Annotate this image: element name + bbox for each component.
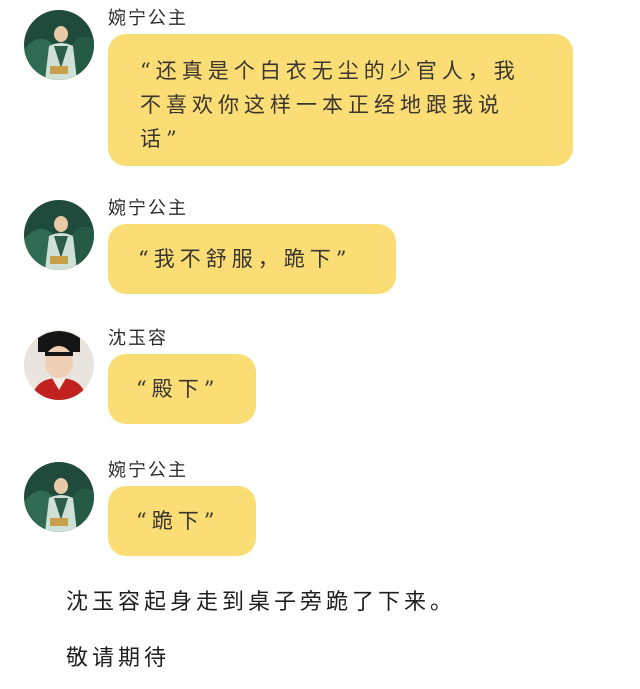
sender-name: 婉宁公主	[108, 8, 188, 29]
chat-transcript: 婉宁公主 “还真是个白衣无尘的少官人，我不喜欢你这样一本正经地跟我说话” 婉宁公…	[0, 0, 640, 689]
princess-avatar[interactable]	[24, 462, 94, 532]
official-avatar[interactable]	[24, 330, 94, 400]
coming-soon-text: 敬请期待	[66, 646, 171, 671]
princess-avatar[interactable]	[24, 200, 94, 270]
chat-message: 婉宁公主 “跪下”	[0, 452, 640, 567]
narration-text: 沈玉容起身走到桌子旁跪了下来。	[66, 590, 457, 615]
message-bubble: “跪下”	[108, 486, 256, 556]
sender-name: 沈玉容	[108, 328, 168, 349]
chat-message: 婉宁公主 “我不舒服，跪下”	[0, 190, 640, 305]
princess-avatar[interactable]	[24, 10, 94, 80]
message-bubble: “我不舒服，跪下”	[108, 224, 396, 294]
message-bubble: “还真是个白衣无尘的少官人，我不喜欢你这样一本正经地跟我说话”	[108, 34, 573, 166]
sender-name: 婉宁公主	[108, 460, 188, 481]
message-bubble: “殿下”	[108, 354, 256, 424]
chat-message: 沈玉容 “殿下”	[0, 320, 640, 435]
sender-name: 婉宁公主	[108, 198, 188, 219]
chat-message: 婉宁公主 “还真是个白衣无尘的少官人，我不喜欢你这样一本正经地跟我说话”	[0, 0, 640, 175]
